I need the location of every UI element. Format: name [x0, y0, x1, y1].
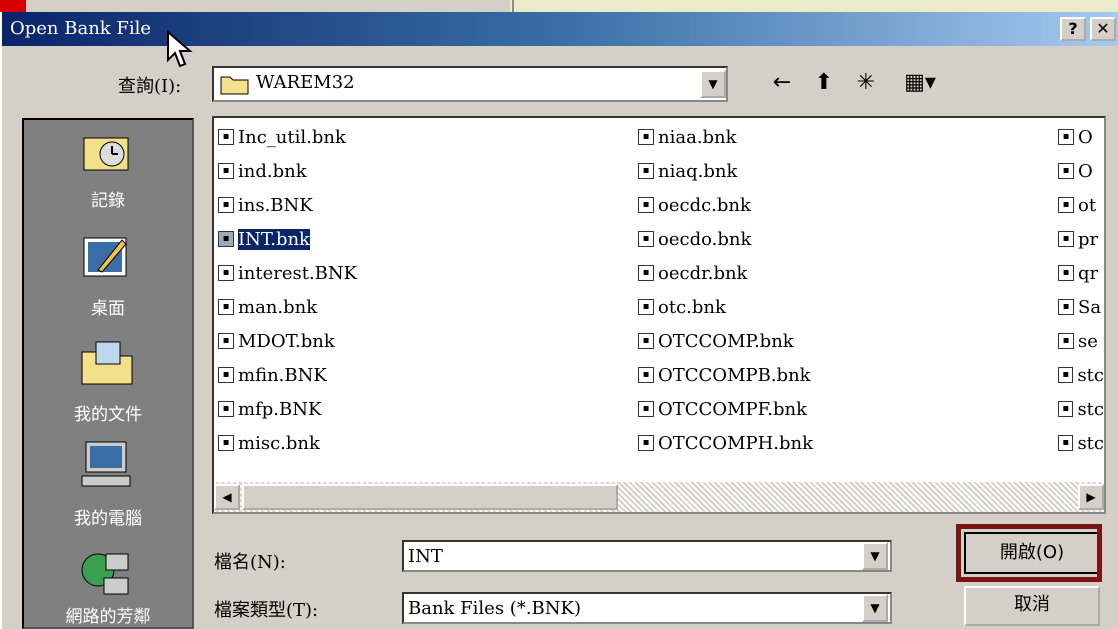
list-item[interactable]: ▪ Inc_util.bnk — [218, 120, 628, 154]
scroll-left-icon[interactable]: ◀ — [214, 484, 240, 510]
bank-file-icon: ▪ — [1058, 299, 1074, 315]
bank-file-icon: ▪ — [1058, 367, 1074, 383]
list-item[interactable]: ▪ Sa — [1058, 290, 1104, 324]
list-item-selected[interactable]: ▪ INT.bnk — [218, 222, 628, 256]
view-menu-icon[interactable]: ▦▾ — [894, 68, 946, 100]
bank-file-icon: ▪ — [638, 367, 654, 383]
list-item[interactable]: ▪ O — [1058, 120, 1104, 154]
list-item[interactable]: ▪ mfin.BNK — [218, 358, 628, 392]
file-column-1: ▪ Inc_util.bnk ▪ ind.bnk ▪ ins.BNK ▪ INT.bnk… — [218, 120, 628, 460]
bank-file-icon: ▪ — [1058, 129, 1074, 145]
bank-file-icon: ▪ — [1058, 435, 1074, 451]
bank-file-icon: ▪ — [218, 197, 234, 213]
close-button[interactable]: ✕ — [1090, 17, 1116, 41]
bank-file-icon: ▪ — [638, 401, 654, 417]
bank-file-icon: ▪ — [1058, 401, 1074, 417]
place-label-history[interactable]: 記錄 — [22, 186, 194, 211]
list-item[interactable]: ▪ man.bnk — [218, 290, 628, 324]
place-label-desktop[interactable]: 桌面 — [22, 294, 194, 319]
place-label-network[interactable]: 網路的芳鄰 — [22, 602, 194, 627]
list-item[interactable]: ▪ ot — [1058, 188, 1104, 222]
list-item[interactable]: ▪ oecdo.bnk — [638, 222, 1048, 256]
bank-file-icon: ▪ — [218, 401, 234, 417]
bank-file-icon: ▪ — [218, 435, 234, 451]
history-icon[interactable] — [78, 124, 136, 176]
bank-file-icon: ▪ — [218, 129, 234, 145]
list-item[interactable]: ▪ otc.bnk — [638, 290, 1048, 324]
list-item[interactable]: ▪ pr — [1058, 222, 1104, 256]
scrollbar-thumb[interactable] — [242, 484, 618, 510]
list-item[interactable]: ▪ stc — [1058, 358, 1104, 392]
filetype-label: 檔案類型(T): — [214, 600, 319, 621]
bank-file-icon: ▪ — [638, 129, 654, 145]
list-item[interactable]: ▪ OTCCOMPH.bnk — [638, 426, 1048, 460]
list-item[interactable]: ▪ oecdc.bnk — [638, 188, 1048, 222]
dialog-title: Open Bank File — [10, 18, 152, 39]
filename-value: INT — [408, 546, 443, 567]
bank-file-icon: ▪ — [1058, 197, 1074, 213]
desktop-icon[interactable] — [78, 230, 136, 282]
bank-file-icon: ▪ — [638, 231, 654, 247]
filetype-dropdown-button[interactable]: ▼ — [862, 594, 888, 622]
list-item[interactable]: ▪ interest.BNK — [218, 256, 628, 290]
open-button-highlight — [956, 524, 1102, 582]
bank-file-icon: ▪ — [638, 435, 654, 451]
list-item[interactable]: ▪ OTCCOMPF.bnk — [638, 392, 1048, 426]
filename-dropdown-button[interactable]: ▼ — [862, 542, 888, 570]
list-item[interactable]: ▪ OTCCOMPB.bnk — [638, 358, 1048, 392]
lookin-dropdown-button[interactable]: ▼ — [700, 70, 726, 98]
list-item[interactable]: ▪ mfp.BNK — [218, 392, 628, 426]
list-item[interactable]: ▪ stc — [1058, 426, 1104, 460]
bank-file-icon: ▪ — [218, 231, 234, 247]
list-item[interactable]: ▪ O — [1058, 154, 1104, 188]
list-item[interactable]: ▪ niaq.bnk — [638, 154, 1048, 188]
bank-file-icon: ▪ — [1058, 265, 1074, 281]
file-column-2: ▪ niaa.bnk ▪ niaq.bnk ▪ oecdc.bnk ▪ oecdo.bn… — [638, 120, 1048, 460]
list-item[interactable]: ▪ misc.bnk — [218, 426, 628, 460]
list-item[interactable]: ▪ se — [1058, 324, 1104, 358]
filename-input[interactable] — [402, 540, 892, 572]
bank-file-icon: ▪ — [1058, 333, 1074, 349]
list-item[interactable]: ▪ ind.bnk — [218, 154, 628, 188]
bank-file-icon: ▪ — [1058, 163, 1074, 179]
place-label-my-computer[interactable]: 我的電腦 — [22, 504, 194, 529]
list-item[interactable]: ▪ ins.BNK — [218, 188, 628, 222]
filename-label: 檔名(N): — [214, 552, 286, 573]
bank-file-icon: ▪ — [638, 265, 654, 281]
help-button[interactable]: ? — [1060, 17, 1086, 41]
bank-file-icon: ▪ — [218, 299, 234, 315]
bank-file-icon: ▪ — [218, 163, 234, 179]
list-item[interactable]: ▪ OTCCOMP.bnk — [638, 324, 1048, 358]
list-item[interactable]: ▪ oecdr.bnk — [638, 256, 1048, 290]
list-item[interactable]: ▪ qr — [1058, 256, 1104, 290]
bank-file-icon: ▪ — [1058, 231, 1074, 247]
background-window-right — [512, 0, 1118, 12]
filetype-value: Bank Files (*.BNK) — [408, 598, 581, 619]
bank-file-icon: ▪ — [218, 265, 234, 281]
lookin-value: WAREM32 — [256, 72, 355, 93]
scroll-right-icon[interactable]: ▶ — [1078, 484, 1104, 510]
bank-file-icon: ▪ — [218, 367, 234, 383]
bank-file-icon: ▪ — [218, 333, 234, 349]
bank-file-icon: ▪ — [638, 299, 654, 315]
cancel-button[interactable]: 取消 — [964, 586, 1100, 626]
file-column-3: ▪ O ▪ O ▪ ot ▪ pr ▪ qr ▪ Sa ▪ se ▪ stc ▪ stc ▪ stc — [1058, 120, 1104, 460]
mouse-cursor-icon — [167, 30, 193, 68]
bank-file-icon: ▪ — [638, 197, 654, 213]
folder-icon — [220, 76, 249, 95]
place-label-my-documents[interactable]: 我的文件 — [22, 400, 194, 425]
new-folder-icon[interactable]: ✳ — [850, 68, 882, 100]
list-item[interactable]: ▪ stc — [1058, 392, 1104, 426]
bank-file-icon: ▪ — [638, 163, 654, 179]
lookin-label: 查詢(I): — [118, 76, 182, 97]
list-item[interactable]: ▪ MDOT.bnk — [218, 324, 628, 358]
bank-file-icon: ▪ — [638, 333, 654, 349]
list-item[interactable]: ▪ niaa.bnk — [638, 120, 1048, 154]
my-documents-icon[interactable] — [78, 336, 136, 388]
network-icon[interactable] — [78, 548, 136, 600]
back-icon[interactable]: ← — [766, 68, 798, 100]
up-folder-icon[interactable]: ⬆ — [808, 68, 840, 100]
background-red-marker — [0, 0, 26, 12]
my-computer-icon[interactable] — [78, 438, 136, 490]
